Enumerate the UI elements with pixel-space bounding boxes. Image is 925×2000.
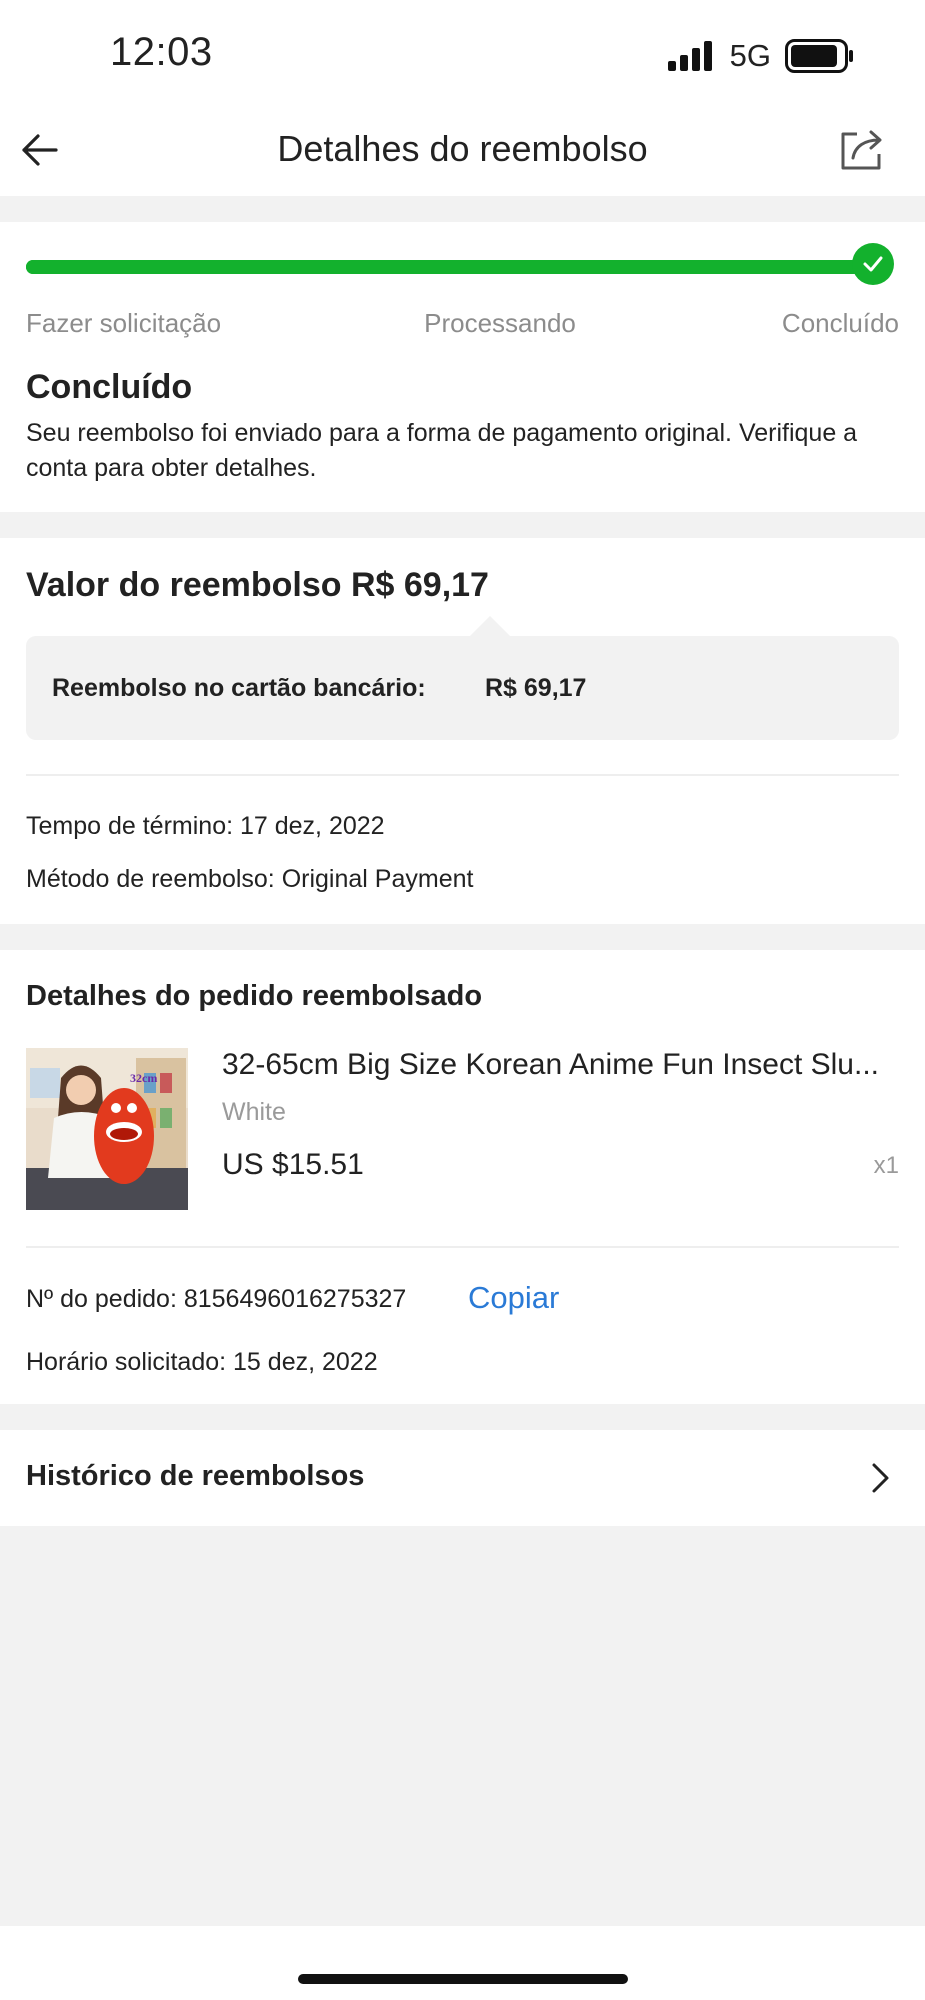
status-indicators: 5G: [667, 38, 855, 74]
refund-history-label: Histórico de reembolsos: [26, 1460, 365, 1492]
bank-card-refund-value: R$ 69,17: [485, 674, 587, 702]
refund-method: Método de reembolso: Original Payment: [26, 865, 474, 893]
product-image-label: 32cm: [130, 1071, 157, 1085]
order-number: Nº do pedido: 8156496016275327: [26, 1285, 407, 1313]
product-quantity: x1: [873, 1152, 899, 1179]
requested-time: Horário solicitado: 15 dez, 2022: [26, 1348, 378, 1376]
progress-bar: [26, 260, 878, 274]
home-indicator[interactable]: [298, 1974, 628, 1984]
divider: [26, 774, 899, 776]
progress-fill: [26, 260, 878, 274]
divider: [26, 1246, 899, 1248]
copy-order-number-button[interactable]: Copiar: [468, 1280, 559, 1316]
status-time: 12:03: [110, 30, 213, 74]
nav-bar: Detalhes do reembolso: [0, 110, 925, 196]
order-details-card: Detalhes do pedido reembolsado 32cm 32-6…: [0, 950, 925, 1404]
end-time: Tempo de término: 17 dez, 2022: [26, 812, 385, 840]
refund-amount-title: Valor do reembolso R$ 69,17: [26, 566, 489, 604]
home-indicator-area: [0, 1926, 925, 2000]
refund-status-card: Fazer solicitação Processando Concluído …: [0, 222, 925, 512]
status-description: Seu reembolso foi enviado para a forma d…: [26, 419, 858, 482]
status-bar: 12:03 5G: [0, 0, 925, 110]
product-name[interactable]: 32-65cm Big Size Korean Anime Fun Insect…: [222, 1048, 900, 1082]
product-variant: White: [222, 1098, 286, 1126]
callout-arrow: [470, 616, 510, 636]
order-details-title: Detalhes do pedido reembolsado: [26, 980, 483, 1012]
step-completed: Concluído: [781, 308, 899, 338]
status-title: Concluído: [26, 368, 193, 406]
product-price: US $15.51: [222, 1148, 364, 1181]
share-icon[interactable]: [837, 124, 887, 174]
refund-amount-card: Valor do reembolso R$ 69,17 Reembolso no…: [0, 538, 925, 924]
product-thumbnail[interactable]: 32cm: [26, 1048, 188, 1210]
refund-breakdown-box: Reembolso no cartão bancário: R$ 69,17: [26, 616, 899, 740]
product-image: 32cm: [26, 1048, 188, 1210]
network-type: 5G: [729, 38, 771, 73]
chevron-right-icon: [872, 1463, 889, 1493]
signal-bars-icon: [667, 41, 712, 71]
page-title: Detalhes do reembolso: [277, 128, 648, 169]
battery-icon: [785, 39, 853, 73]
bank-card-refund-label: Reembolso no cartão bancário:: [52, 674, 426, 702]
check-circle-icon: [852, 243, 894, 285]
refund-history-row[interactable]: Histórico de reembolsos: [0, 1430, 925, 1526]
